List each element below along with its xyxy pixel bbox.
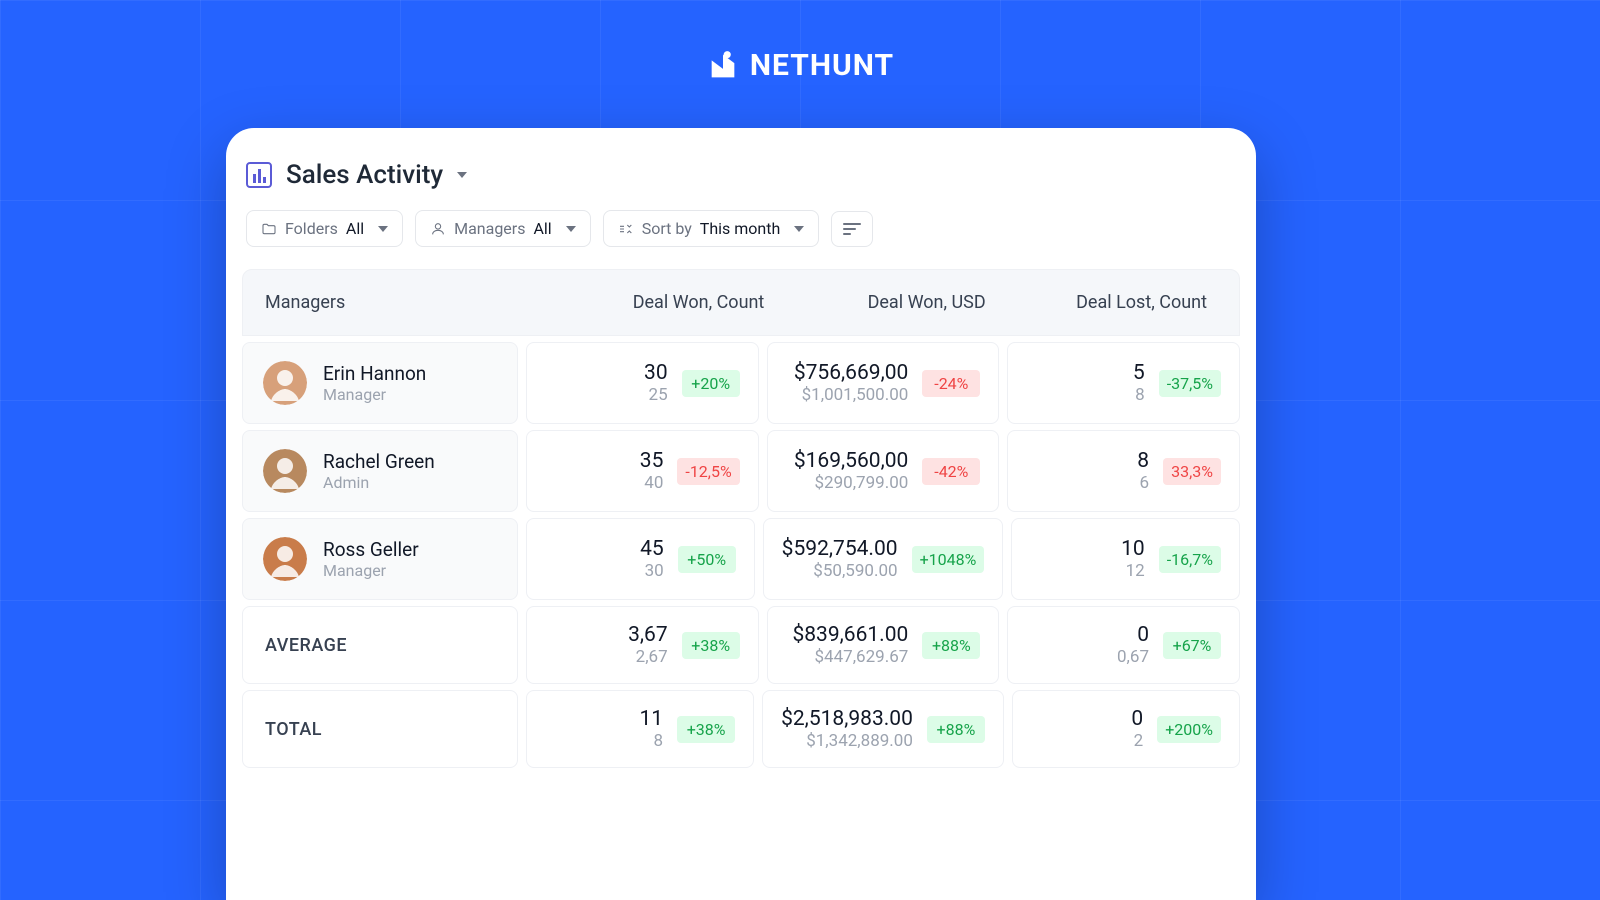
delta-badge: -16,7% xyxy=(1159,546,1221,573)
chevron-down-icon xyxy=(566,226,576,232)
folders-label: Folders xyxy=(285,219,338,238)
delta-badge: +88% xyxy=(922,632,980,659)
manager-name: Rachel Green xyxy=(323,450,435,473)
metric-won_count: 35 40 -12,5% xyxy=(526,430,759,512)
manager-cell[interactable]: Erin Hannon Manager xyxy=(242,342,518,424)
metric-won_usd: $169,560,00 $290,799.00 -42% xyxy=(767,430,1000,512)
chevron-down-icon xyxy=(794,226,804,232)
delta-badge: +88% xyxy=(927,716,985,743)
delta-badge: -24% xyxy=(922,370,980,397)
table-row: Erin Hannon Manager 30 25 +20% $756,669,… xyxy=(242,342,1240,424)
az-sort-icon xyxy=(618,221,634,237)
manager-cell[interactable]: Rachel Green Admin xyxy=(242,430,518,512)
brand-name: NETHUNT xyxy=(750,48,894,83)
average-row: AVERAGE 3,672,67 +38% $839,661.00$447,62… xyxy=(242,606,1240,684)
metric-won_count: 45 30 +50% xyxy=(526,518,755,600)
metric-won_usd: $592,754.00 $50,590.00 +1048% xyxy=(763,518,1004,600)
average-label: AVERAGE xyxy=(242,606,518,684)
delta-badge: +38% xyxy=(682,632,740,659)
delta-badge: +67% xyxy=(1163,632,1221,659)
managers-value: All xyxy=(533,219,551,238)
avatar xyxy=(263,361,307,405)
metric-won_usd: $756,669,00 $1,001,500.00 -24% xyxy=(767,342,1000,424)
delta-badge: 33,3% xyxy=(1163,458,1221,485)
table-row: Ross Geller Manager 45 30 +50% $592,754.… xyxy=(242,518,1240,600)
sort-filter[interactable]: Sort by This month xyxy=(603,210,820,247)
avatar xyxy=(263,537,307,581)
average-won-usd: $839,661.00$447,629.67 +88% xyxy=(767,606,1000,684)
delta-badge: -42% xyxy=(922,458,980,485)
delta-badge: +1048% xyxy=(912,546,985,573)
metric-won_count: 30 25 +20% xyxy=(526,342,759,424)
total-won-count: 118 +38% xyxy=(526,690,754,768)
chevron-down-icon xyxy=(378,226,388,232)
sales-activity-card: Sales Activity Folders All Managers All … xyxy=(226,128,1256,900)
total-label: TOTAL xyxy=(242,690,518,768)
managers-table: Managers Deal Won, Count Deal Won, USD D… xyxy=(226,269,1256,768)
chevron-down-icon[interactable] xyxy=(457,172,467,178)
folders-value: All xyxy=(346,219,364,238)
folders-filter[interactable]: Folders All xyxy=(246,210,403,247)
metric-lost_count: 5 8 -37,5% xyxy=(1007,342,1240,424)
delta-badge: +38% xyxy=(677,716,735,743)
col-managers: Managers xyxy=(265,292,553,313)
total-won-usd: $2,518,983.00$1,342,889.00 +88% xyxy=(762,690,1004,768)
total-lost-count: 02 +200% xyxy=(1012,690,1240,768)
table-row: Rachel Green Admin 35 40 -12,5% $169,560… xyxy=(242,430,1240,512)
col-deal-won-usd: Deal Won, USD xyxy=(774,292,995,313)
folder-icon xyxy=(261,221,277,237)
manager-role: Manager xyxy=(323,561,419,580)
bar-chart-icon xyxy=(246,162,272,188)
metric-lost_count: 10 12 -16,7% xyxy=(1011,518,1240,600)
delta-badge: +50% xyxy=(678,546,736,573)
delta-badge: -37,5% xyxy=(1159,370,1221,397)
total-row: TOTAL 118 +38% $2,518,983.00$1,342,889.0… xyxy=(242,690,1240,768)
average-lost-count: 00,67 +67% xyxy=(1007,606,1240,684)
managers-filter[interactable]: Managers All xyxy=(415,210,591,247)
table-header-row: Managers Deal Won, Count Deal Won, USD D… xyxy=(242,269,1240,336)
manager-name: Ross Geller xyxy=(323,538,419,561)
person-icon xyxy=(430,221,446,237)
delta-badge: +200% xyxy=(1157,716,1221,743)
manager-cell[interactable]: Ross Geller Manager xyxy=(242,518,518,600)
metric-lost_count: 8 6 33,3% xyxy=(1007,430,1240,512)
average-won-count: 3,672,67 +38% xyxy=(526,606,759,684)
nethunt-icon xyxy=(706,49,740,83)
manager-name: Erin Hannon xyxy=(323,362,426,385)
sort-label: Sort by xyxy=(642,219,692,238)
col-deal-won-count: Deal Won, Count xyxy=(553,292,774,313)
managers-label: Managers xyxy=(454,219,525,238)
page-title: Sales Activity xyxy=(286,160,443,190)
avatar xyxy=(263,449,307,493)
sort-value: This month xyxy=(700,219,781,238)
col-deal-lost-count: Deal Lost, Count xyxy=(996,292,1217,313)
delta-badge: +20% xyxy=(682,370,740,397)
brand-logo: NETHUNT xyxy=(0,0,1600,83)
delta-badge: -12,5% xyxy=(677,458,739,485)
sort-direction-button[interactable] xyxy=(831,211,873,247)
manager-role: Manager xyxy=(323,385,426,404)
manager-role: Admin xyxy=(323,473,435,492)
